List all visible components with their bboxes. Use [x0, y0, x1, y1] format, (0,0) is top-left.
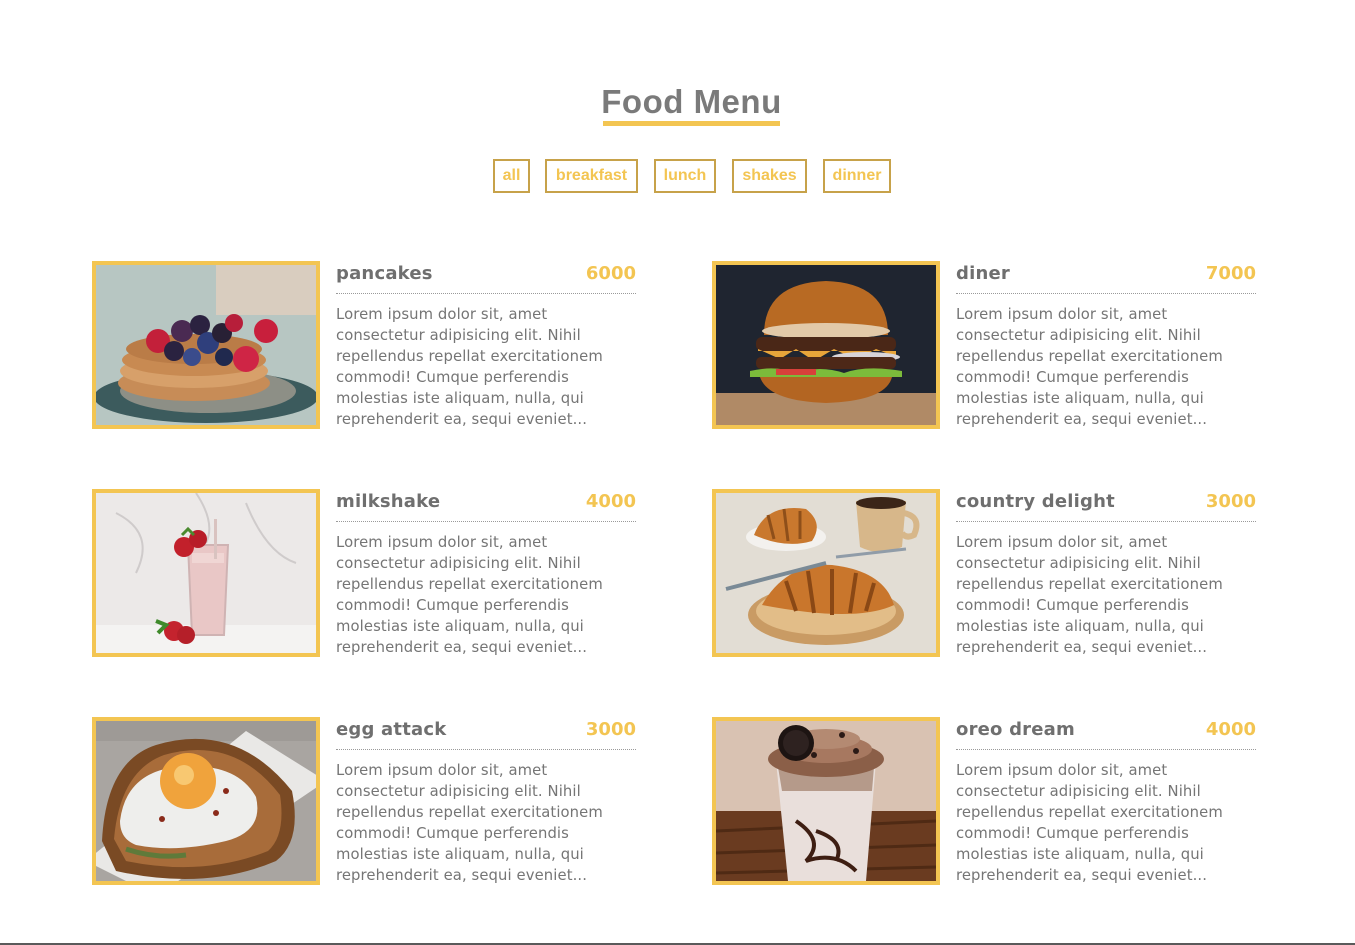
page-title: Food Menu [601, 83, 782, 120]
menu-item-price: 7000 [1205, 263, 1256, 284]
egg-toast-photo [92, 717, 320, 885]
menu-item-description: Lorem ipsum dolor sit, amet consectetur … [336, 534, 603, 656]
filter-all-button[interactable]: all [493, 159, 530, 193]
menu-item-price: 4000 [1205, 719, 1256, 740]
menu-item-name: egg attack [336, 719, 447, 740]
menu-item-price: 3000 [585, 719, 636, 740]
menu-item-header: oreo dream 4000 [956, 719, 1256, 750]
menu-item-name: diner [956, 263, 1010, 284]
menu-item-description: Lorem ipsum dolor sit, amet consectetur … [956, 306, 1223, 428]
menu-item: milkshake 4000 Lorem ipsum dolor sit, am… [92, 489, 637, 657]
croissant-photo [712, 489, 940, 657]
menu-item-info: egg attack 3000 Lorem ipsum dolor sit, a… [336, 719, 636, 886]
menu-item-name: milkshake [336, 491, 441, 512]
filter-bar: all breakfast lunch shakes dinner [0, 159, 1355, 197]
burger-photo [712, 261, 940, 429]
menu-item-name: oreo dream [956, 719, 1075, 740]
menu-item-info: diner 7000 Lorem ipsum dolor sit, amet c… [956, 263, 1256, 430]
menu-item-header: milkshake 4000 [336, 491, 636, 522]
milkshake-photo [92, 489, 320, 657]
menu-item-description: Lorem ipsum dolor sit, amet consectetur … [956, 534, 1223, 656]
filter-breakfast-button[interactable]: breakfast [545, 159, 638, 193]
menu-item-description: Lorem ipsum dolor sit, amet consectetur … [336, 306, 603, 428]
menu-item: country delight 3000 Lorem ipsum dolor s… [712, 489, 1257, 657]
menu-item-info: country delight 3000 Lorem ipsum dolor s… [956, 491, 1256, 658]
menu-item-name: pancakes [336, 263, 433, 284]
menu-item-header: country delight 3000 [956, 491, 1256, 522]
menu-item-header: diner 7000 [956, 263, 1256, 294]
filter-shakes-button[interactable]: shakes [732, 159, 807, 193]
menu-item-price: 4000 [585, 491, 636, 512]
menu-item: egg attack 3000 Lorem ipsum dolor sit, a… [92, 717, 637, 885]
filter-dinner-button[interactable]: dinner [823, 159, 891, 193]
menu-item-description: Lorem ipsum dolor sit, amet consectetur … [336, 762, 603, 884]
menu-item-header: pancakes 6000 [336, 263, 636, 294]
menu-item: pancakes 6000 Lorem ipsum dolor sit, ame… [92, 261, 637, 429]
menu-item: diner 7000 Lorem ipsum dolor sit, amet c… [712, 261, 1257, 429]
menu-item-price: 6000 [585, 263, 636, 284]
menu-item-info: oreo dream 4000 Lorem ipsum dolor sit, a… [956, 719, 1256, 886]
title-underline [603, 121, 780, 126]
menu-item-info: pancakes 6000 Lorem ipsum dolor sit, ame… [336, 263, 636, 430]
menu-item-header: egg attack 3000 [336, 719, 636, 750]
oreo-shake-photo [712, 717, 940, 885]
menu-item: oreo dream 4000 Lorem ipsum dolor sit, a… [712, 717, 1257, 885]
menu-item-price: 3000 [1205, 491, 1256, 512]
menu-item-info: milkshake 4000 Lorem ipsum dolor sit, am… [336, 491, 636, 658]
menu-item-description: Lorem ipsum dolor sit, amet consectetur … [956, 762, 1223, 884]
menu-item-name: country delight [956, 491, 1115, 512]
pancakes-photo [92, 261, 320, 429]
filter-lunch-button[interactable]: lunch [654, 159, 716, 193]
